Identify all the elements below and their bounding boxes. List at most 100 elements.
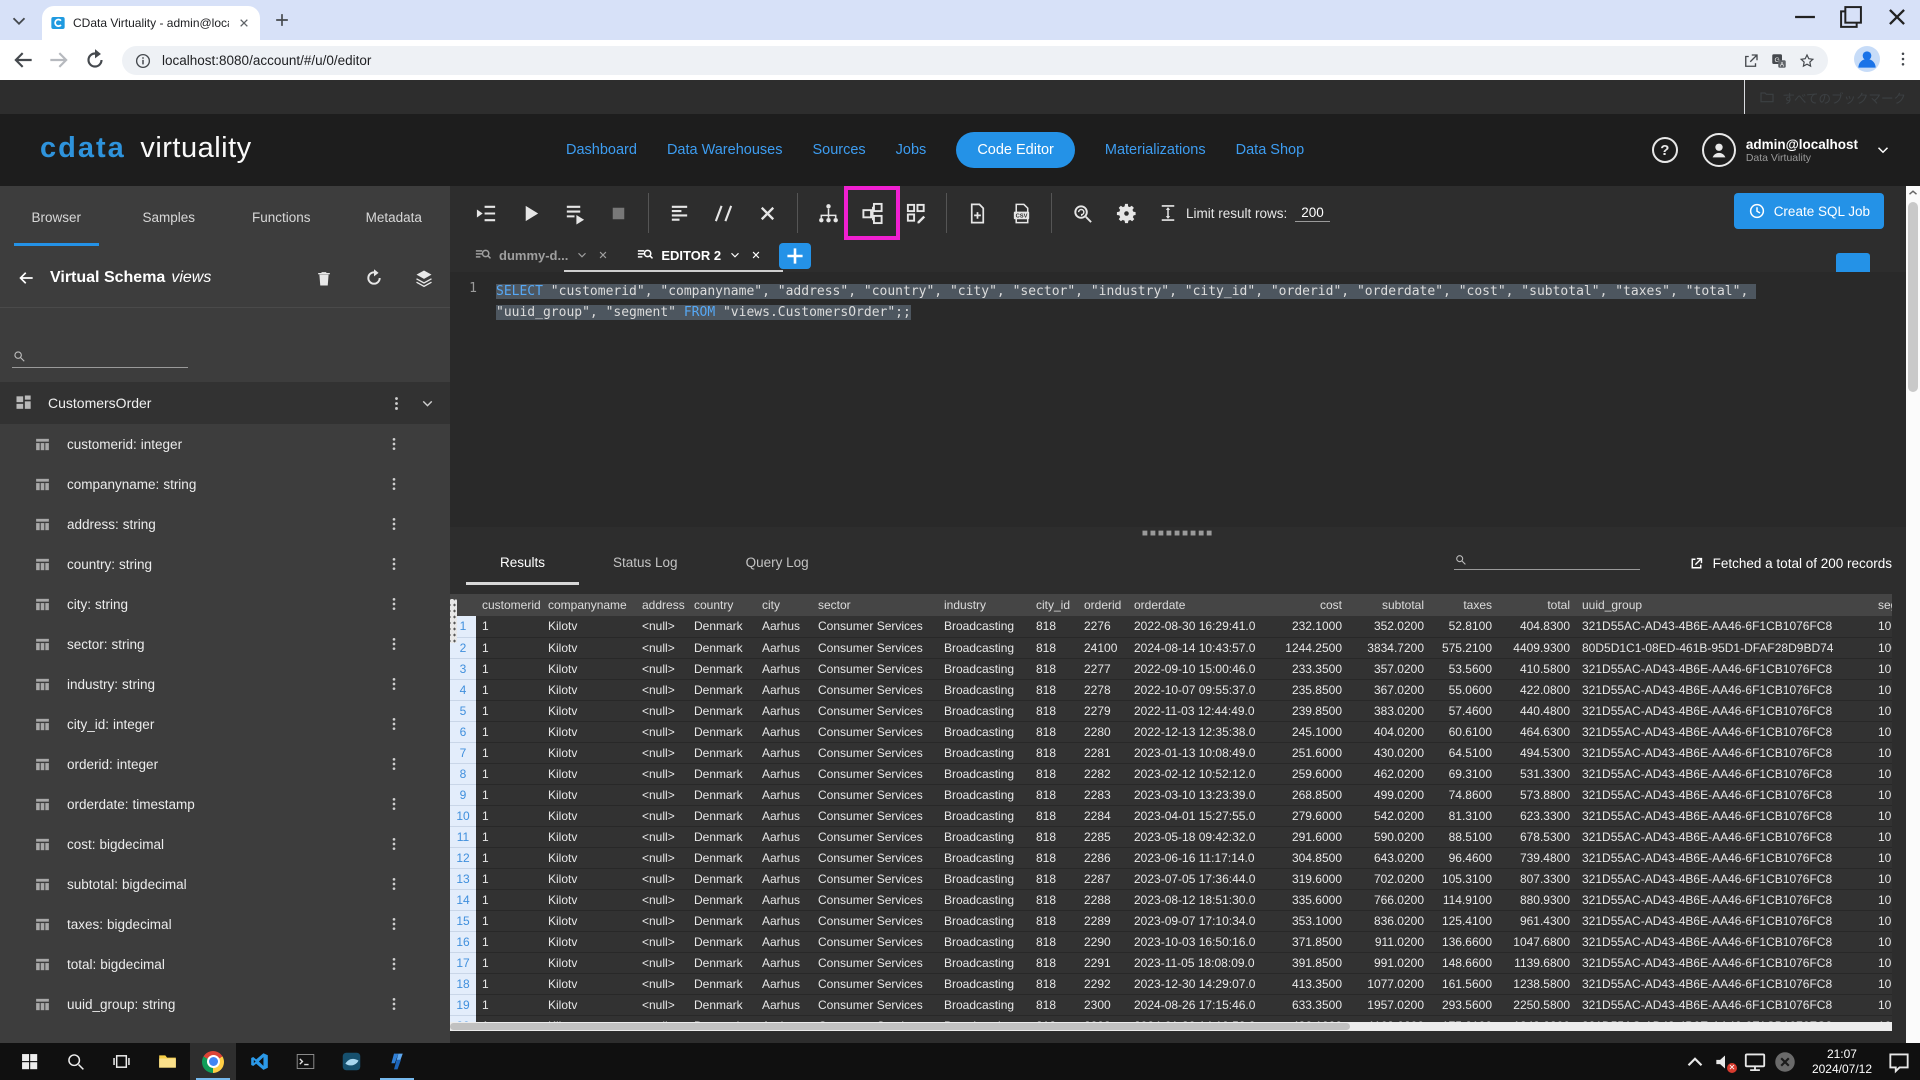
grid-row[interactable]: 191Kilotv<null>DenmarkAarhusConsumer Ser…: [450, 994, 1892, 1015]
kebab-menu-icon[interactable]: [386, 516, 402, 532]
horizontal-scrollbar[interactable]: [450, 1022, 1892, 1031]
translate-icon[interactable]: GA: [1770, 52, 1788, 70]
file-explorer-taskbar-button[interactable]: [144, 1043, 190, 1080]
browser-menu-icon[interactable]: [1894, 50, 1912, 68]
dependencies-icon[interactable]: [894, 193, 938, 233]
grid-row[interactable]: 91Kilotv<null>DenmarkAarhusConsumer Serv…: [450, 784, 1892, 805]
nav-item-materializations[interactable]: Materializations: [1105, 142, 1206, 158]
column-item-orderid[interactable]: orderid:integer: [0, 744, 450, 784]
results-search-input[interactable]: [1454, 553, 1640, 570]
tab-close-icon[interactable]: [749, 248, 763, 262]
mysql-workbench-taskbar-button[interactable]: [328, 1043, 374, 1080]
comment-icon[interactable]: [701, 193, 745, 233]
tray-chevron-up-icon[interactable]: [1682, 1049, 1708, 1075]
grid-row[interactable]: 181Kilotv<null>DenmarkAarhusConsumer Ser…: [450, 973, 1892, 994]
chevron-down-icon[interactable]: [728, 248, 742, 262]
results-tab-status-log[interactable]: Status Log: [579, 539, 712, 585]
nav-item-sources[interactable]: Sources: [812, 142, 865, 158]
chevron-down-icon[interactable]: [575, 248, 589, 262]
kebab-menu-icon[interactable]: [386, 916, 402, 932]
grid-col-subtotal[interactable]: subtotal: [1348, 594, 1430, 616]
user-menu[interactable]: admin@localhost Data Virtuality: [1702, 133, 1892, 167]
sidebar-tab-metadata[interactable]: Metadata: [338, 186, 451, 248]
column-item-industry[interactable]: industry:string: [0, 664, 450, 704]
tab-search-icon[interactable]: [8, 10, 30, 32]
back-arrow-icon[interactable]: [16, 268, 36, 288]
task-view-taskbar-button[interactable]: [98, 1043, 144, 1080]
delete-schema-icon[interactable]: [314, 268, 334, 288]
kebab-menu-icon[interactable]: [386, 436, 402, 452]
column-item-total[interactable]: total:bigdecimal: [0, 944, 450, 984]
external-link-icon[interactable]: [1688, 555, 1705, 572]
grid-col-uuid_group[interactable]: uuid_group: [1576, 594, 1872, 616]
share-icon[interactable]: [1742, 52, 1760, 70]
grid-row[interactable]: 11Kilotv<null>DenmarkAarhusConsumer Serv…: [450, 616, 1892, 637]
column-item-country[interactable]: country:string: [0, 544, 450, 584]
grid-row[interactable]: 41Kilotv<null>DenmarkAarhusConsumer Serv…: [450, 679, 1892, 700]
grid-row[interactable]: 21Kilotv<null>DenmarkAarhusConsumer Serv…: [450, 637, 1892, 658]
url-field[interactable]: localhost:8080/account/#/u/0/editor GA: [122, 46, 1828, 75]
profile-avatar-icon[interactable]: [1854, 46, 1880, 72]
kebab-menu-icon[interactable]: [386, 676, 402, 692]
create-sql-job-button[interactable]: Create SQL Job: [1734, 193, 1884, 229]
column-item-uuid_group[interactable]: uuid_group:string: [0, 984, 450, 1024]
kebab-menu-icon[interactable]: [386, 796, 402, 812]
column-item-orderdate[interactable]: orderdate:timestamp: [0, 784, 450, 824]
grid-row[interactable]: 81Kilotv<null>DenmarkAarhusConsumer Serv…: [450, 763, 1892, 784]
results-tab-results[interactable]: Results: [466, 539, 579, 585]
sql-code[interactable]: SELECT "customerid", "companyname", "add…: [496, 272, 1841, 527]
column-item-taxes[interactable]: taxes:bigdecimal: [0, 904, 450, 944]
grid-col-sector[interactable]: sector: [812, 594, 938, 616]
run-icon[interactable]: [508, 193, 552, 233]
site-info-icon[interactable]: [134, 52, 152, 70]
kebab-menu-icon[interactable]: [386, 756, 402, 772]
grid-row[interactable]: 31Kilotv<null>DenmarkAarhusConsumer Serv…: [450, 658, 1892, 679]
back-icon[interactable]: [10, 47, 36, 73]
refresh-schema-icon[interactable]: [364, 268, 384, 288]
grid-row[interactable]: 51Kilotv<null>DenmarkAarhusConsumer Serv…: [450, 700, 1892, 721]
grid-col-orderid[interactable]: orderid: [1078, 594, 1128, 616]
taskbar-search-taskbar-button[interactable]: [52, 1043, 98, 1080]
sql-code-area[interactable]: 1 SELECT "customerid", "companyname", "a…: [450, 272, 1906, 527]
kebab-menu-icon[interactable]: [386, 836, 402, 852]
grid-col-total[interactable]: total: [1498, 594, 1576, 616]
forward-icon[interactable]: [46, 47, 72, 73]
new-editor-tab-button[interactable]: [779, 243, 811, 269]
format-sql-icon[interactable]: [657, 193, 701, 233]
kebab-menu-icon[interactable]: [386, 716, 402, 732]
column-item-companyname[interactable]: companyname:string: [0, 464, 450, 504]
sidebar-tab-samples[interactable]: Samples: [113, 186, 226, 248]
vscode-taskbar-button[interactable]: [236, 1043, 282, 1080]
nav-item-jobs[interactable]: Jobs: [896, 142, 927, 158]
editor-tab-dummy-d-[interactable]: dummy-d...: [464, 246, 620, 272]
tab-close-icon[interactable]: [596, 248, 610, 262]
status-circle-icon[interactable]: [1772, 1049, 1798, 1075]
page-scrollbar[interactable]: [1906, 186, 1920, 1043]
window-close-icon[interactable]: [1874, 0, 1920, 34]
kebab-menu-icon[interactable]: [386, 956, 402, 972]
kebab-menu-icon[interactable]: [386, 996, 402, 1012]
grid-row[interactable]: 171Kilotv<null>DenmarkAarhusConsumer Ser…: [450, 952, 1892, 973]
kebab-menu-icon[interactable]: [386, 636, 402, 652]
kebab-menu-icon[interactable]: [386, 556, 402, 572]
grid-col-city_id[interactable]: city_id: [1030, 594, 1078, 616]
network-icon[interactable]: [1742, 1049, 1768, 1075]
grid-row[interactable]: 111Kilotv<null>DenmarkAarhusConsumer Ser…: [450, 826, 1892, 847]
grid-col-city[interactable]: city: [756, 594, 812, 616]
grid-col-companyname[interactable]: companyname: [542, 594, 636, 616]
nav-item-data-shop[interactable]: Data Shop: [1236, 142, 1305, 158]
clear-icon[interactable]: [745, 193, 789, 233]
dv-app-taskbar-button[interactable]: [374, 1043, 420, 1080]
grid-row[interactable]: 151Kilotv<null>DenmarkAarhusConsumer Ser…: [450, 910, 1892, 931]
sidebar-tab-browser[interactable]: Browser: [0, 186, 113, 248]
grid-col-customerid[interactable]: customerid: [476, 594, 542, 616]
scroll-up-icon[interactable]: [1906, 186, 1920, 200]
run-selection-icon[interactable]: [552, 193, 596, 233]
grid-col-industry[interactable]: industry: [938, 594, 1030, 616]
nav-item-code-editor[interactable]: Code Editor: [956, 132, 1075, 168]
grid-row[interactable]: 61Kilotv<null>DenmarkAarhusConsumer Serv…: [450, 721, 1892, 742]
all-bookmarks[interactable]: すべてのブックマーク: [1744, 80, 1906, 114]
export-csv-icon[interactable]: CSV: [999, 193, 1043, 233]
kebab-menu-icon[interactable]: [386, 596, 402, 612]
grid-col-orderdate[interactable]: orderdate: [1128, 594, 1276, 616]
